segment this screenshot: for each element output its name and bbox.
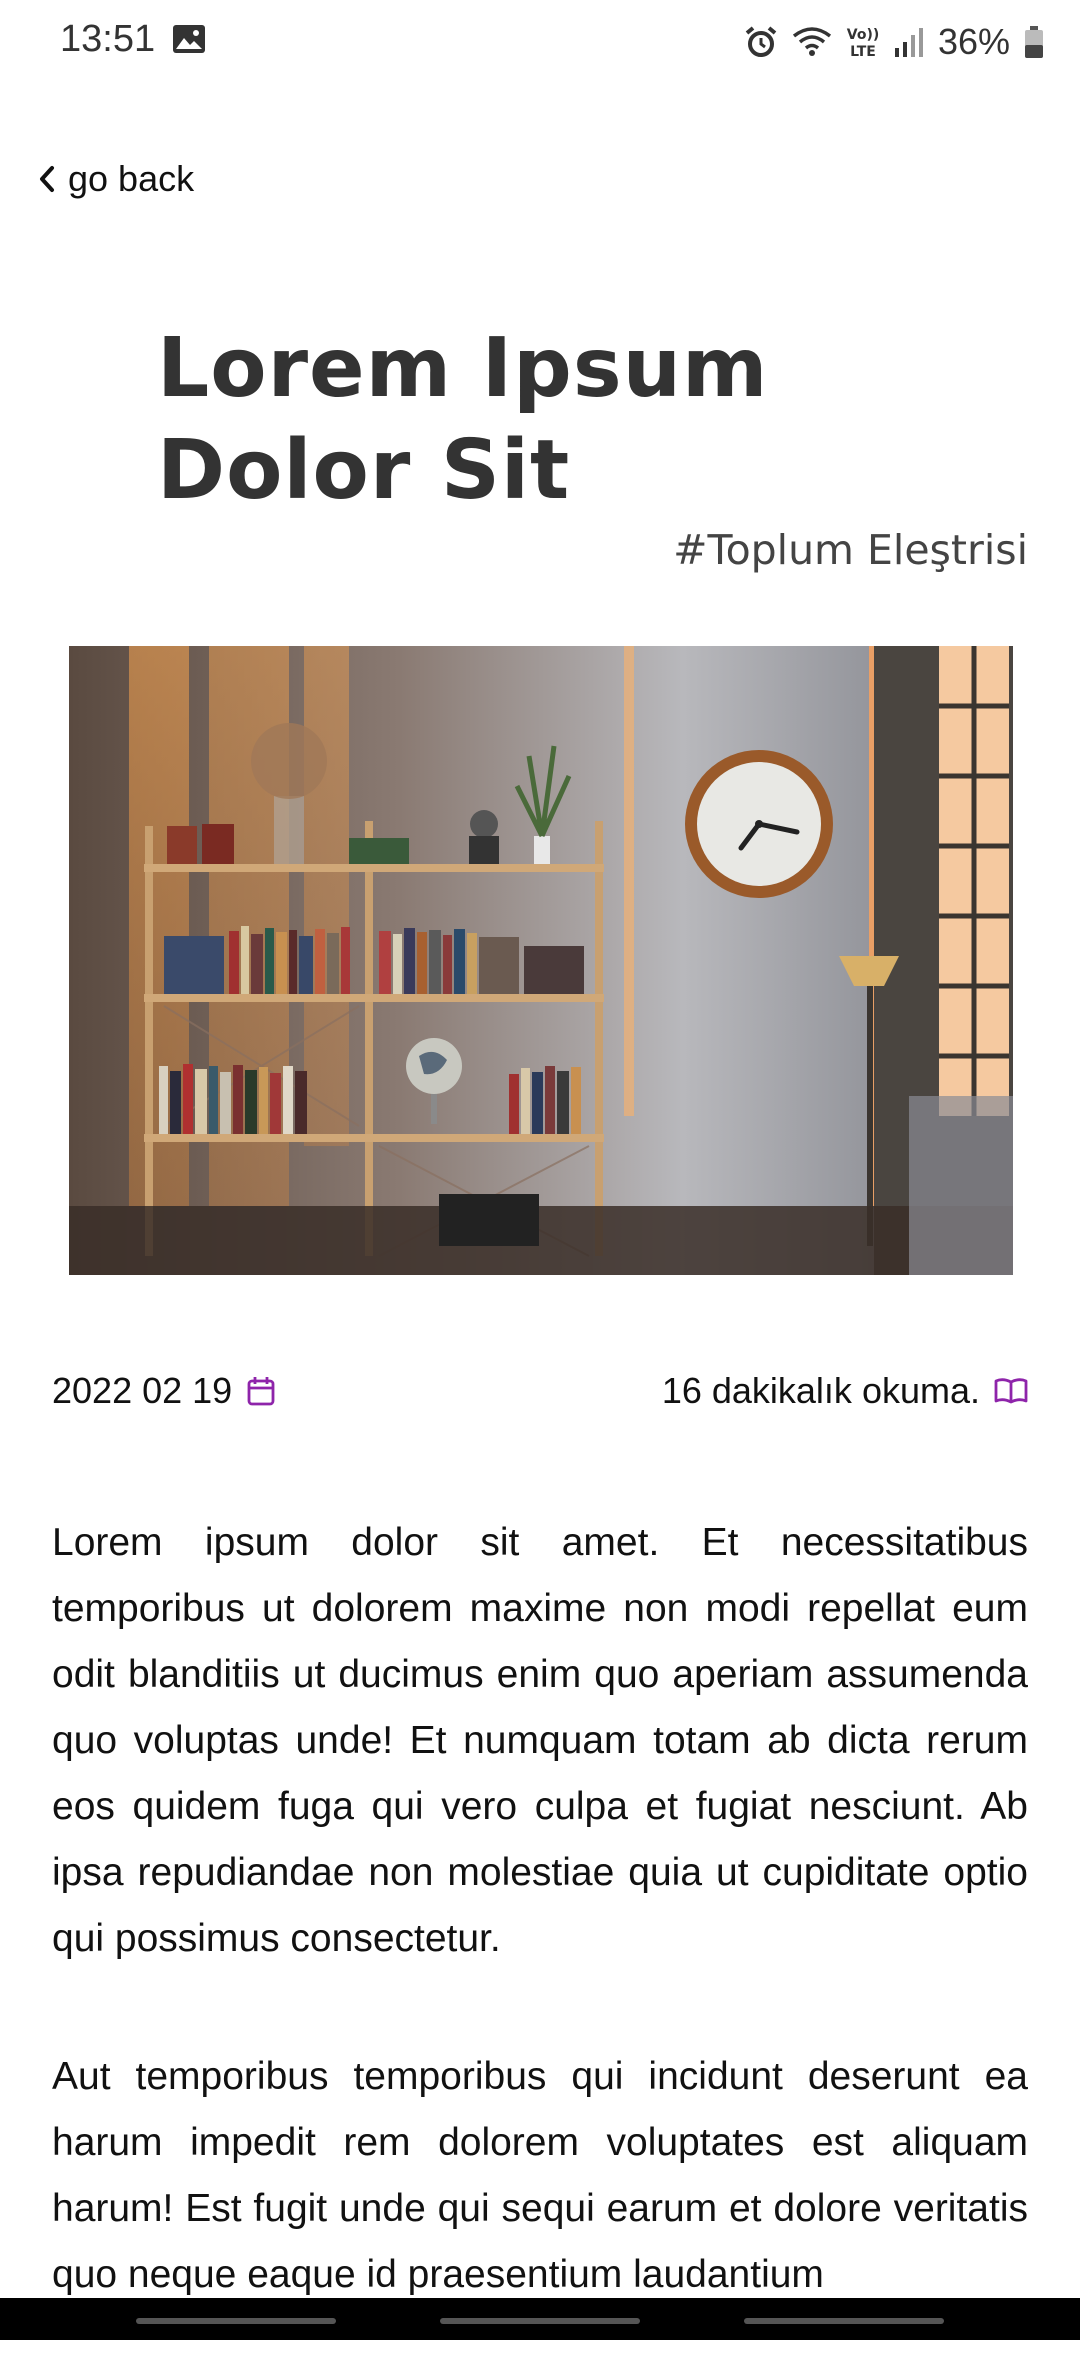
signal-icon	[894, 28, 923, 57]
battery-icon	[1025, 26, 1043, 58]
svg-text:Vo)): Vo))	[847, 27, 879, 43]
article-paragraph: Lorem ipsum dolor sit amet. Et necessita…	[52, 1521, 1028, 1960]
status-bar: 13:51 Vo)) LTE 36%	[0, 0, 1080, 84]
system-nav-bar	[0, 2298, 1080, 2340]
nav-home-handle[interactable]	[440, 2318, 640, 2324]
status-icons: Vo)) LTE 36%	[744, 18, 1044, 66]
article-paragraph: Aut temporibus temporibus qui incidunt d…	[52, 2055, 1028, 2296]
date-text: 2022 02 19	[52, 1370, 233, 1411]
article-body: Lorem ipsum dolor sit amet. Et necessita…	[52, 1510, 1028, 2380]
battery-level: 36%	[937, 21, 1010, 62]
calendar-icon	[247, 1377, 275, 1406]
chevron-left-icon	[40, 166, 54, 192]
page-title: Lorem Ipsum Dolor Sit	[157, 321, 769, 518]
back-label: go back	[68, 158, 195, 199]
read-time: 16 dakikalık okuma.	[662, 1370, 1028, 1412]
back-button[interactable]: go back	[36, 158, 194, 200]
category-tag[interactable]: #Toplum Eleştrisi	[673, 526, 1028, 574]
status-time: 13:51	[60, 18, 156, 60]
book-open-icon	[994, 1378, 1028, 1404]
nav-recents-handle[interactable]	[136, 2318, 336, 2324]
volte-icon: Vo)) LTE	[847, 27, 879, 60]
alarm-icon	[745, 26, 777, 57]
nav-back-handle[interactable]	[744, 2318, 944, 2324]
gallery-icon	[173, 25, 205, 53]
read-time-text: 16 dakikalık okuma.	[661, 1370, 980, 1411]
post-date: 2022 02 19	[52, 1370, 276, 1412]
hero-image	[69, 646, 1013, 1275]
wifi-icon	[792, 27, 832, 56]
svg-text:LTE: LTE	[850, 44, 876, 60]
